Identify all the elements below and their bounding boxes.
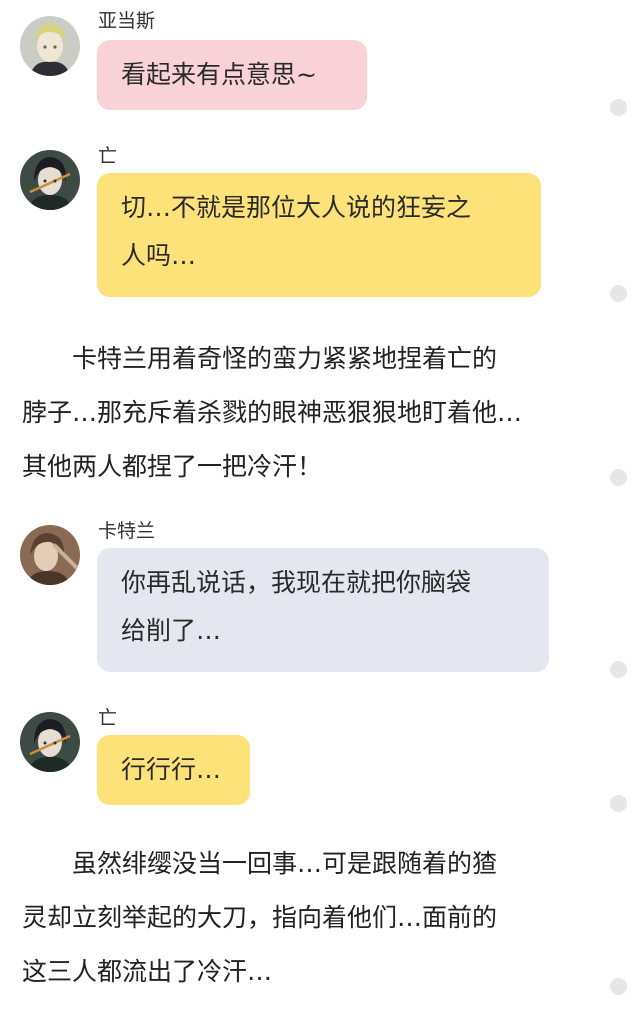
narration-line: 脖子…那充斥着杀戮的眼神恶狠狠地盯着他…: [22, 398, 523, 427]
avatar-wang[interactable]: [20, 712, 80, 772]
narration-line: 灵却立刻举起的大刀，指向着他们…面前的: [22, 903, 498, 932]
message-bubble[interactable]: 你再乱说话，我现在就把你脑袋 给削了…: [97, 548, 549, 672]
message-text: 行行行…: [121, 755, 222, 784]
sender-name: 亚当斯: [98, 10, 156, 32]
avatar-adams[interactable]: [20, 16, 80, 76]
narration-paragraph: 卡特兰用着奇怪的蛮力紧紧地捏着亡的 脖子…那充斥着杀戮的眼神恶狠狠地盯着他… 其…: [22, 332, 618, 494]
dark-hair-character-icon: [20, 712, 80, 772]
scroll-dot: [610, 978, 627, 995]
message-bubble[interactable]: 看起来有点意思~: [97, 40, 367, 110]
narration-line: 其他两人都捏了一把冷汗！: [22, 452, 323, 481]
narration-line: 虽然绯缨没当一回事…可是跟随着的猹: [22, 849, 498, 878]
blonde-character-icon: [20, 16, 80, 76]
narration-line: 这三人都流出了冷汗…: [22, 957, 273, 986]
scroll-dot: [610, 795, 627, 812]
message-text-line: 给削了…: [121, 616, 222, 645]
scroll-dot: [610, 285, 627, 302]
sender-name: 亡: [98, 707, 118, 729]
avatar-wang[interactable]: [20, 150, 80, 210]
scroll-dot: [610, 469, 627, 486]
scroll-dot: [610, 661, 627, 678]
message-text-line: 你再乱说话，我现在就把你脑袋: [121, 568, 472, 597]
message-text-line: 切…不就是那位大人说的狂妄之: [121, 193, 472, 222]
scroll-dot: [610, 99, 627, 116]
avatar-katlan[interactable]: [20, 525, 80, 585]
message-bubble[interactable]: 切…不就是那位大人说的狂妄之 人吗…: [97, 173, 541, 297]
sender-name: 卡特兰: [98, 520, 156, 542]
narration-line: 卡特兰用着奇怪的蛮力紧紧地捏着亡的: [22, 344, 498, 373]
message-text-line: 人吗…: [121, 241, 197, 270]
message-bubble[interactable]: 行行行…: [97, 735, 250, 805]
message-text: 看起来有点意思~: [121, 60, 317, 89]
brown-character-icon: [20, 525, 80, 585]
dark-hair-character-icon: [20, 150, 80, 210]
sender-name: 亡: [98, 145, 118, 167]
narration-paragraph: 虽然绯缨没当一回事…可是跟随着的猹 灵却立刻举起的大刀，指向着他们…面前的 这三…: [22, 837, 618, 999]
